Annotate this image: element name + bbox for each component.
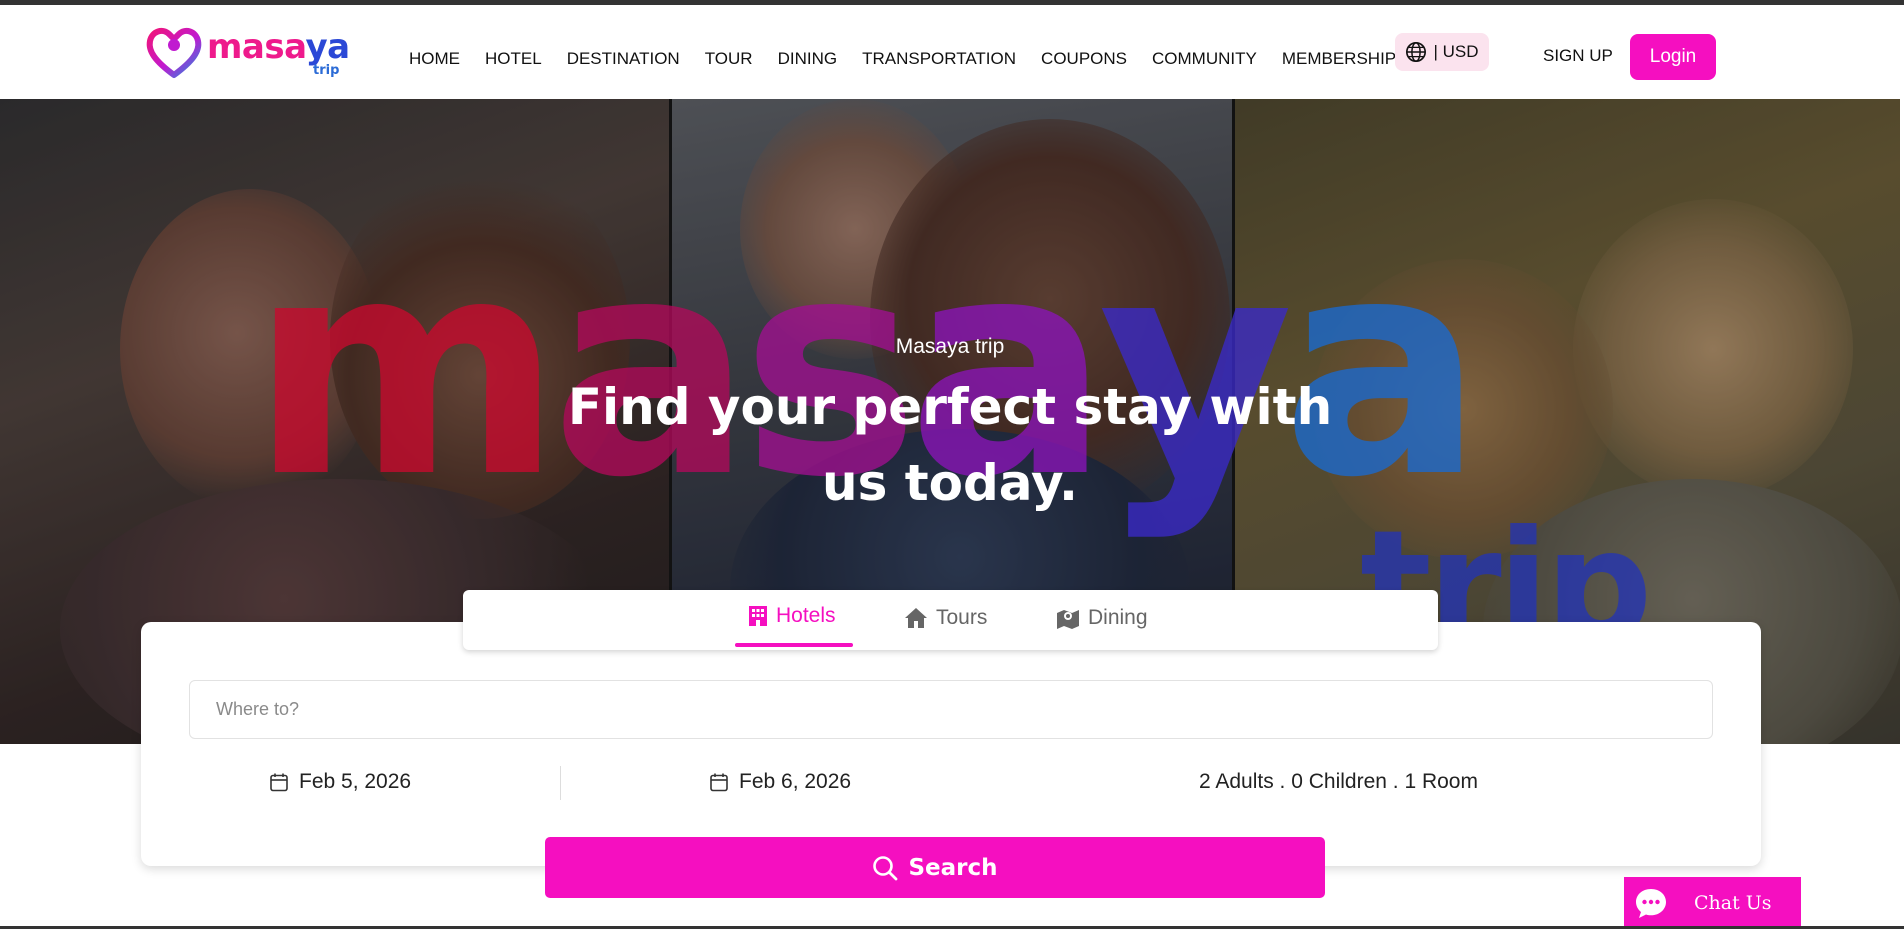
currency-label: | USD	[1433, 42, 1479, 61]
tab-hotels[interactable]: Hotels	[748, 604, 836, 628]
search-card	[141, 622, 1761, 866]
tab-dining[interactable]: Dining	[1056, 606, 1148, 630]
chat-widget-button[interactable]: Chat Us	[1624, 877, 1801, 929]
nav-dining[interactable]: DINING	[778, 49, 838, 69]
logo-wordmark: masaya	[207, 27, 350, 67]
nav-hotel[interactable]: HOTEL	[485, 49, 542, 69]
search-button[interactable]: Search	[545, 837, 1325, 898]
home-icon	[905, 608, 927, 628]
guests-selector[interactable]: 2 Adults . 0 Children . 1 Room	[1199, 770, 1478, 794]
chat-bubble-icon	[1636, 889, 1666, 918]
calendar-icon	[710, 773, 728, 792]
hero-title: Find your perfect stay with us today.	[567, 378, 1333, 512]
main-nav: HOME HOTEL DESTINATION TOUR DINING TRANS…	[409, 49, 1421, 69]
chat-label: Chat Us	[1694, 892, 1772, 914]
login-button[interactable]: Login	[1630, 34, 1716, 80]
map-icon	[1057, 610, 1079, 629]
tab-tours-label: Tours	[936, 606, 988, 629]
currency-selector[interactable]: | USD	[1395, 33, 1489, 71]
globe-icon	[1406, 42, 1427, 62]
checkout-value: Feb 6, 2026	[739, 770, 852, 793]
nav-coupons[interactable]: COUPONS	[1041, 49, 1127, 69]
destination-input[interactable]	[189, 680, 1713, 739]
search-tabs: Hotels Tours Dining	[463, 590, 1438, 650]
nav-destination[interactable]: DESTINATION	[567, 49, 680, 69]
nav-home[interactable]: HOME	[409, 49, 460, 69]
nav-membership[interactable]: MEMBERSHIP	[1282, 49, 1396, 69]
signup-link[interactable]: SIGN UP	[1543, 46, 1613, 66]
checkin-date[interactable]: Feb 5, 2026	[269, 770, 411, 794]
brand-logo[interactable]: masaya trip	[145, 23, 350, 83]
nav-community[interactable]: COMMUNITY	[1152, 49, 1257, 69]
hero-subtitle: Masaya trip	[895, 335, 1005, 358]
logo-subtext: trip	[313, 63, 340, 78]
calendar-icon	[270, 773, 288, 792]
checkin-value: Feb 5, 2026	[299, 770, 412, 793]
nav-tour[interactable]: TOUR	[705, 49, 753, 69]
building-icon	[749, 606, 767, 626]
site-header: masaya trip HOME HOTEL DESTINATION TOUR …	[0, 5, 1904, 99]
tab-hotels-label: Hotels	[776, 604, 836, 627]
date-divider	[560, 766, 561, 800]
heart-logo-icon	[146, 27, 202, 78]
search-button-label: Search	[908, 854, 998, 881]
tab-dining-label: Dining	[1088, 606, 1148, 629]
tab-tours[interactable]: Tours	[904, 606, 987, 630]
checkout-date[interactable]: Feb 6, 2026	[709, 770, 851, 794]
active-tab-indicator	[735, 643, 853, 647]
search-icon	[873, 855, 898, 880]
nav-transportation[interactable]: TRANSPORTATION	[862, 49, 1016, 69]
